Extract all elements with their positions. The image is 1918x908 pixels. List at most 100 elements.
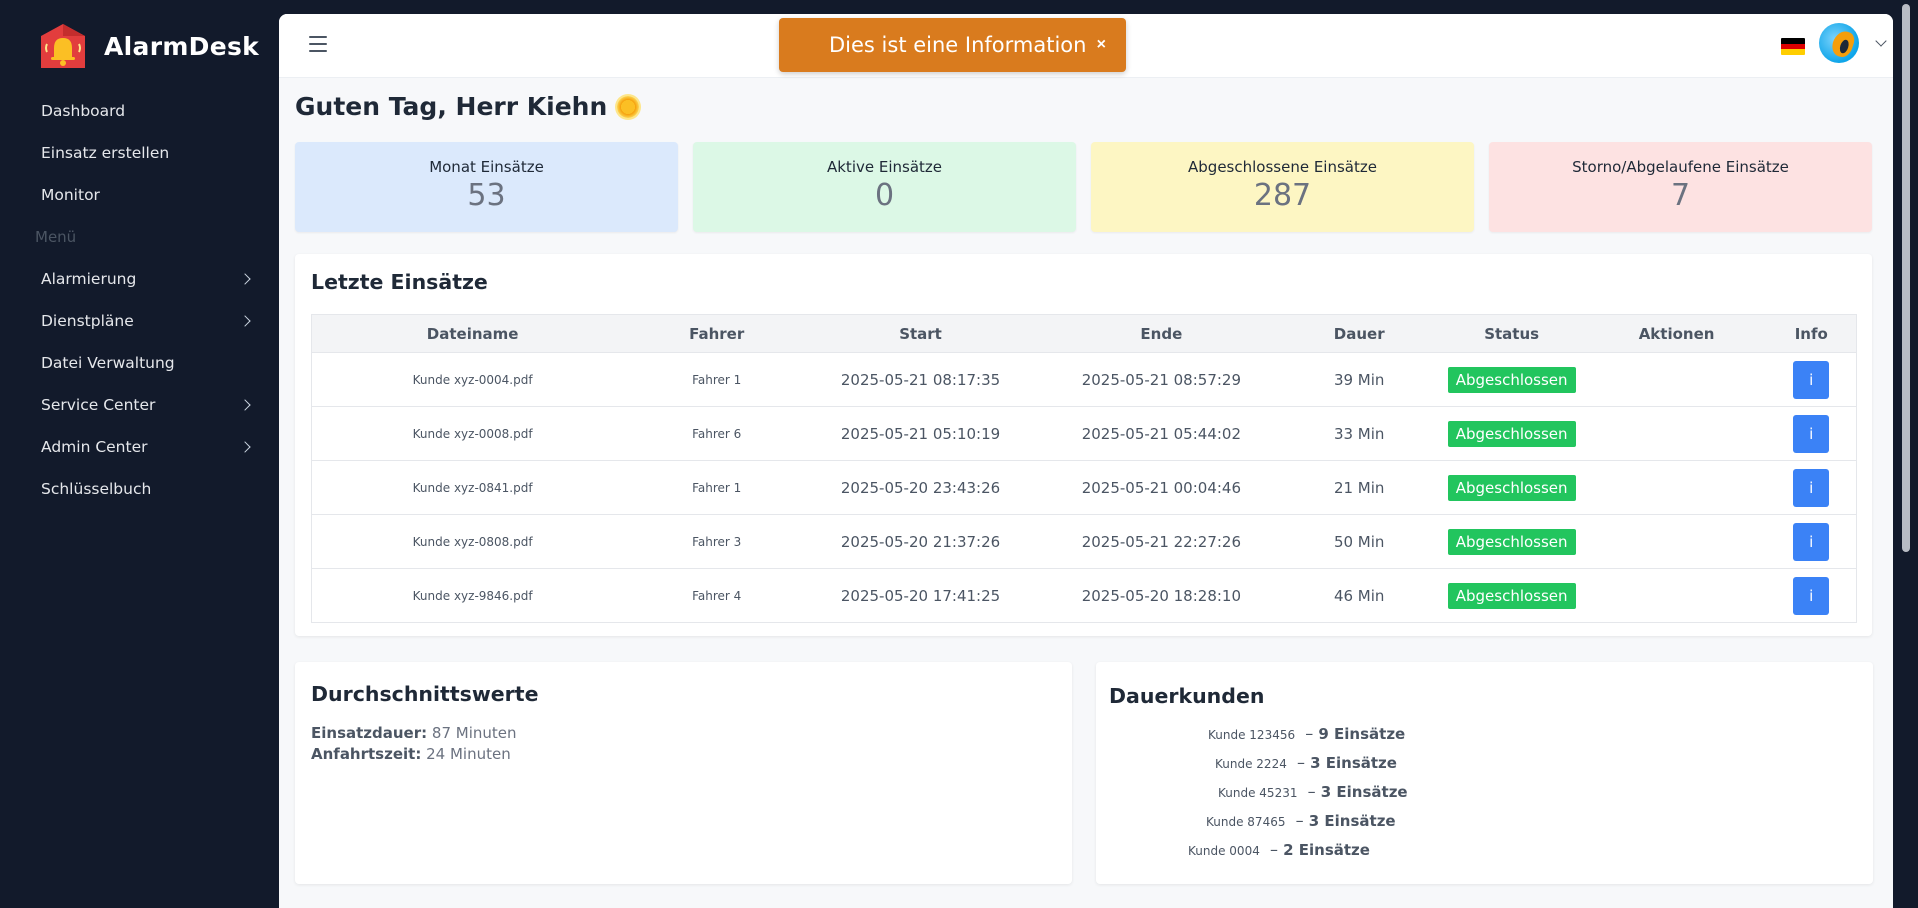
table-row: Kunde xyz-0004.pdf Fahrer 1 2025-05-21 0… bbox=[311, 352, 1857, 407]
info-cell: i bbox=[1766, 460, 1857, 515]
scrollbar-thumb[interactable] bbox=[1902, 4, 1910, 552]
sidebar-item-label: Service Center bbox=[41, 396, 156, 414]
driver-cell: Fahrer 6 bbox=[633, 406, 801, 461]
sidebar-item-label: Alarmierung bbox=[41, 270, 137, 288]
de-flag-icon[interactable] bbox=[1781, 38, 1805, 55]
info-button[interactable]: i bbox=[1793, 576, 1830, 615]
actions-cell bbox=[1586, 406, 1767, 461]
sidebar-item-dashboard[interactable]: Dashboard bbox=[0, 90, 279, 132]
sidebar-item-label: Monitor bbox=[41, 186, 100, 204]
sidebar-item-datei-verwaltung[interactable]: Datei Verwaltung bbox=[0, 342, 279, 384]
start-cell: 2025-05-21 08:17:35 bbox=[800, 352, 1041, 407]
sun-icon bbox=[617, 95, 640, 118]
status-badge: Abgeschlossen bbox=[1447, 366, 1576, 393]
sidebar-item-alarmierung[interactable]: Alarmierung bbox=[0, 258, 279, 300]
list-item: Kunde 2224 – 3 Einsätze bbox=[1215, 753, 1397, 772]
list-item: Kunde 0004 – 2 Einsätze bbox=[1188, 840, 1370, 859]
start-cell: 2025-05-20 23:43:26 bbox=[800, 460, 1041, 515]
status-badge: Abgeschlossen bbox=[1447, 528, 1576, 555]
column-header[interactable]: Dauer bbox=[1281, 314, 1437, 353]
info-button[interactable]: i bbox=[1793, 468, 1830, 507]
greeting-text: Guten Tag, Herr Kiehn bbox=[295, 92, 608, 121]
customer-name: Kunde 0004 bbox=[1188, 844, 1260, 858]
page-title: Guten Tag, Herr Kiehn bbox=[295, 92, 640, 121]
customer-count: 3 Einsätze bbox=[1310, 754, 1397, 772]
customer-count: 9 Einsätze bbox=[1318, 725, 1406, 743]
sidebar-item-dienstplaene[interactable]: Dienstpläne bbox=[0, 300, 279, 342]
end-cell: 2025-05-20 18:28:10 bbox=[1040, 568, 1282, 623]
customer-name: Kunde 123456 bbox=[1208, 728, 1296, 742]
stat-label: Abgeschlossene Einsätze bbox=[1188, 158, 1377, 176]
info-cell: i bbox=[1766, 352, 1857, 407]
sidebar-item-schluesselbuch[interactable]: Schlüsselbuch bbox=[0, 468, 279, 510]
avg-duration: Einsatzdauer: 87 Minuten bbox=[311, 724, 517, 742]
start-cell: 2025-05-20 17:41:25 bbox=[800, 568, 1041, 623]
hamburger-menu-icon[interactable] bbox=[309, 36, 327, 52]
info-button[interactable]: i bbox=[1793, 360, 1830, 399]
list-item: Kunde 87465 – 3 Einsätze bbox=[1206, 811, 1396, 830]
column-header[interactable]: Aktionen bbox=[1586, 314, 1767, 353]
page-scrollbar[interactable] bbox=[1893, 0, 1918, 908]
duration-cell: 50 Min bbox=[1281, 514, 1437, 569]
close-icon[interactable]: × bbox=[1097, 36, 1106, 54]
stat-card-aktiv: Aktive Einsätze 0 bbox=[693, 142, 1076, 232]
toast-message: Dies ist eine Information bbox=[829, 33, 1087, 57]
info-button[interactable]: i bbox=[1793, 414, 1830, 453]
driver-cell: Fahrer 3 bbox=[633, 514, 801, 569]
customer-count: 2 Einsätze bbox=[1283, 841, 1370, 859]
sidebar-section-label: Menü bbox=[35, 228, 77, 246]
stat-label: Storno/Abgelaufene Einsätze bbox=[1572, 158, 1789, 176]
chevron-right-icon bbox=[239, 273, 251, 285]
column-header[interactable]: Start bbox=[800, 314, 1041, 353]
table-row: Kunde xyz-0841.pdf Fahrer 1 2025-05-20 2… bbox=[311, 460, 1857, 515]
customer-name: Kunde 87465 bbox=[1206, 815, 1286, 829]
sidebar-item-service-center[interactable]: Service Center bbox=[0, 384, 279, 426]
status-cell: Abgeschlossen bbox=[1436, 514, 1587, 569]
customer-count: 3 Einsätze bbox=[1308, 812, 1396, 830]
brand[interactable]: AlarmDesk bbox=[38, 22, 259, 70]
stats-row: Monat Einsätze 53 Aktive Einsätze 0 Abge… bbox=[295, 142, 1872, 232]
stat-label: Aktive Einsätze bbox=[826, 158, 942, 176]
status-badge: Abgeschlossen bbox=[1447, 420, 1576, 447]
sidebar-item-einsatz-erstellen[interactable]: Einsatz erstellen bbox=[0, 132, 279, 174]
sidebar-item-label: Dashboard bbox=[41, 102, 126, 120]
stat-value: 7 bbox=[1670, 178, 1691, 213]
sidebar-item-label: Datei Verwaltung bbox=[41, 354, 175, 372]
stat-value: 0 bbox=[874, 178, 895, 213]
stat-card-storno: Storno/Abgelaufene Einsätze 7 bbox=[1489, 142, 1872, 232]
customer-name: Kunde 2224 bbox=[1215, 757, 1287, 771]
column-header[interactable]: Ende bbox=[1040, 314, 1282, 353]
info-button[interactable]: i bbox=[1793, 522, 1830, 561]
column-header[interactable]: Fahrer bbox=[633, 314, 801, 353]
duration-cell: 39 Min bbox=[1281, 352, 1437, 407]
avg-travel-label: Anfahrtszeit: bbox=[311, 745, 422, 763]
driver-cell: Fahrer 1 bbox=[633, 460, 801, 515]
duration-cell: 21 Min bbox=[1281, 460, 1437, 515]
sidebar-item-monitor[interactable]: Monitor bbox=[0, 174, 279, 216]
status-badge: Abgeschlossen bbox=[1447, 582, 1576, 609]
chevron-right-icon bbox=[239, 315, 251, 327]
sidebar-item-label: Dienstpläne bbox=[41, 312, 134, 330]
chevron-down-icon[interactable] bbox=[1875, 35, 1887, 47]
stat-label: Monat Einsätze bbox=[429, 158, 544, 176]
status-cell: Abgeschlossen bbox=[1436, 568, 1587, 623]
actions-cell bbox=[1586, 568, 1767, 623]
list-item: Kunde 123456 – 9 Einsätze bbox=[1208, 724, 1406, 743]
card-title: Durchschnittswerte bbox=[311, 682, 539, 706]
info-cell: i bbox=[1766, 406, 1857, 461]
column-header[interactable]: Dateiname bbox=[311, 314, 634, 353]
column-header[interactable]: Info bbox=[1766, 314, 1857, 353]
info-toast: Dies ist eine Information × bbox=[779, 18, 1126, 72]
recent-missions-table: Dateiname Fahrer Start Ende Dauer Status… bbox=[311, 314, 1857, 623]
duration-cell: 46 Min bbox=[1281, 568, 1437, 623]
stat-card-abgeschlossen: Abgeschlossene Einsätze 287 bbox=[1091, 142, 1474, 232]
sidebar-nav: Dashboard Einsatz erstellen Monitor Menü… bbox=[0, 90, 279, 510]
sidebar-item-admin-center[interactable]: Admin Center bbox=[0, 426, 279, 468]
end-cell: 2025-05-21 05:44:02 bbox=[1040, 406, 1282, 461]
column-header[interactable]: Status bbox=[1436, 314, 1587, 353]
table-row: Kunde xyz-9846.pdf Fahrer 4 2025-05-20 1… bbox=[311, 568, 1857, 623]
bell-logo-icon bbox=[38, 22, 88, 70]
avatar[interactable] bbox=[1819, 23, 1859, 63]
status-cell: Abgeschlossen bbox=[1436, 460, 1587, 515]
status-cell: Abgeschlossen bbox=[1436, 352, 1587, 407]
